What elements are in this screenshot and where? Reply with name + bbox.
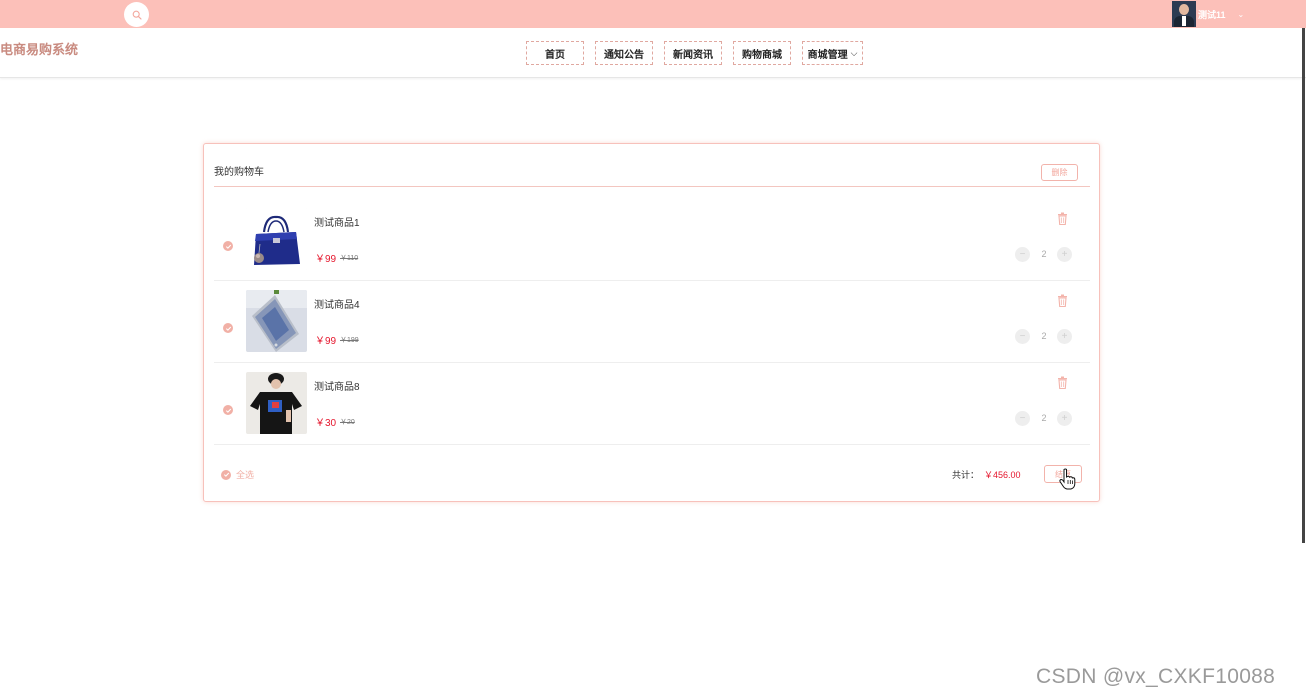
search-button[interactable] [124,2,149,27]
quantity-value: 2 [1041,331,1047,341]
nav-item-news[interactable]: 新闻资讯 [664,41,722,65]
nav-item-label: 商城管理 [807,49,848,61]
nav-item-label: 新闻资讯 [673,49,713,61]
product-image[interactable] [246,372,307,434]
divider [214,186,1090,187]
cart-item: 测试商品1 ￥99 ￥110 − 2 + [214,199,1090,281]
header: 电商易购系统 首页 通知公告 新闻资讯 购物商城 商城管理 ⌵ [0,28,1306,78]
main-nav: 首页 通知公告 新闻资讯 购物商城 商城管理 ⌵ [526,41,863,65]
increase-quantity-button[interactable]: + [1057,247,1072,262]
cart-item: 测试商品4 ￥99 ￥199 − 2 + [214,281,1090,363]
user-menu[interactable]: 测试11 ⌄ [1172,1,1244,27]
delete-selected-button[interactable]: 删除 [1041,164,1078,181]
cart-item: 测试商品8 ￥30 ￥20 − 2 + [214,363,1090,445]
cart-panel: 我的购物车 删除 测试商品1 ￥99 ￥110 − 2 + 测试商品4 ￥99 … [203,143,1100,502]
check-icon [225,244,231,249]
checkout-button[interactable]: 结算 [1044,465,1082,483]
product-original-price: ￥199 [340,337,359,344]
nav-item-label: 通知公告 [604,49,644,61]
top-bar: 测试11 ⌄ [0,0,1306,28]
trash-icon[interactable] [1057,294,1068,307]
nav-item-home[interactable]: 首页 [526,41,584,65]
user-name: 测试11 [1198,9,1226,20]
product-name[interactable]: 测试商品8 [314,378,360,393]
check-icon [223,472,229,477]
chevron-down-icon: ⌵ [850,47,858,58]
phone-image [246,290,307,352]
product-price: ￥99 [315,336,337,347]
cart-title: 我的购物车 [214,167,264,178]
handbag-image [246,208,307,270]
search-icon [132,10,142,20]
check-icon [225,408,231,413]
watermark: CSDN @vx_CXKF10088 [1036,665,1276,688]
decrease-quantity-button[interactable]: − [1015,411,1030,426]
avatar [1172,1,1196,27]
increase-quantity-button[interactable]: + [1057,411,1072,426]
trash-icon[interactable] [1057,212,1068,225]
item-checkbox[interactable] [223,323,233,333]
nav-item-notices[interactable]: 通知公告 [595,41,653,65]
nav-item-label: 首页 [545,49,565,61]
quantity-value: 2 [1041,413,1047,423]
site-logo: 电商易购系统 [0,42,79,57]
select-all-label: 全选 [236,470,255,480]
product-name[interactable]: 测试商品4 [314,296,360,311]
select-all-checkbox[interactable]: 全选 [221,468,254,481]
t-shirt-image [246,372,307,434]
total-value: ￥456.00 [984,470,1021,480]
product-name[interactable]: 测试商品1 [314,214,360,229]
quantity-value: 2 [1041,249,1047,259]
product-price: ￥30 [315,418,337,429]
product-price: ￥99 [315,254,337,265]
product-original-price: ￥110 [340,255,359,262]
nav-item-label: 购物商城 [742,49,782,61]
trash-icon[interactable] [1057,376,1068,389]
total-label: 共计： [952,470,980,480]
product-original-price: ￥20 [340,419,355,426]
item-checkbox[interactable] [223,405,233,415]
item-checkbox[interactable] [223,241,233,251]
select-all-check [221,469,231,480]
chevron-down-icon: ⌄ [1237,9,1245,19]
nav-item-shop[interactable]: 购物商城 [733,41,791,65]
decrease-quantity-button[interactable]: − [1015,247,1030,262]
scrollbar[interactable] [1302,28,1305,543]
product-image[interactable] [246,290,307,352]
check-icon [225,326,231,331]
nav-item-shop-admin[interactable]: 商城管理 ⌵ [802,41,863,65]
increase-quantity-button[interactable]: + [1057,329,1072,344]
decrease-quantity-button[interactable]: − [1015,329,1030,344]
product-image[interactable] [246,208,307,270]
